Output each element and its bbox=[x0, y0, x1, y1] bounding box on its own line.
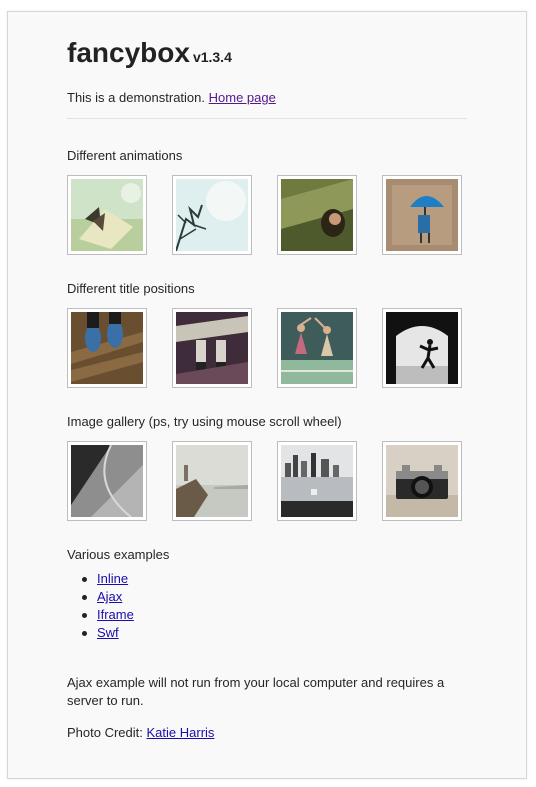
list-item: Inline bbox=[82, 570, 134, 588]
examples-list: Inline Ajax Iframe Swf bbox=[82, 570, 134, 642]
example-link-ajax[interactable]: Ajax bbox=[97, 589, 122, 604]
thumb-blue-umbrella[interactable] bbox=[382, 175, 462, 255]
example-link-swf[interactable]: Swf bbox=[97, 625, 119, 640]
photo-jumping-friends bbox=[281, 312, 353, 384]
list-item: Ajax bbox=[82, 588, 134, 606]
page-title: fancybox v1.3.4 bbox=[67, 36, 232, 74]
section-title-animations: Different animations bbox=[67, 148, 183, 163]
photo-butterfly bbox=[71, 179, 143, 251]
thumb-grass-portrait[interactable] bbox=[277, 175, 357, 255]
thumb-bare-tree-branches[interactable] bbox=[172, 175, 252, 255]
section-title-title-positions: Different title positions bbox=[67, 281, 195, 296]
section-title-gallery: Image gallery (ps, try using mouse scrol… bbox=[67, 414, 342, 429]
bullet-icon bbox=[82, 577, 87, 582]
bullet-icon bbox=[82, 631, 87, 636]
example-link-inline[interactable]: Inline bbox=[97, 571, 128, 586]
thumb-butterfly[interactable] bbox=[67, 175, 147, 255]
photo-vintage-camera bbox=[386, 445, 458, 517]
photo-city-skyline-pier bbox=[281, 445, 353, 517]
photo-blue-umbrella bbox=[386, 179, 458, 251]
ajax-note: Ajax example will not run from your loca… bbox=[67, 675, 445, 708]
photo-credit: Photo Credit: Katie Harris bbox=[67, 724, 214, 742]
photo-pavement-shadow bbox=[71, 445, 143, 517]
thumb-jumping-friends[interactable] bbox=[277, 308, 357, 388]
thumb-city-skyline-pier[interactable] bbox=[277, 441, 357, 521]
divider bbox=[67, 118, 467, 119]
section-title-various-examples: Various examples bbox=[67, 547, 170, 562]
photo-lighthouse-coast bbox=[176, 445, 248, 517]
bullet-icon bbox=[82, 613, 87, 618]
title-text: fancybox bbox=[67, 37, 190, 68]
thumb-shoes-on-bench[interactable] bbox=[67, 308, 147, 388]
photo-grass-portrait bbox=[281, 179, 353, 251]
bullet-icon bbox=[82, 595, 87, 600]
thumb-lighthouse-coast[interactable] bbox=[172, 441, 252, 521]
credit-link[interactable]: Katie Harris bbox=[147, 725, 215, 740]
list-item: Swf bbox=[82, 624, 134, 642]
version-label: v1.3.4 bbox=[192, 49, 232, 65]
intro-text: This is a demonstration. bbox=[67, 90, 206, 105]
home-page-link[interactable]: Home page bbox=[209, 90, 276, 105]
thumb-tunnel-silhouette[interactable] bbox=[382, 308, 462, 388]
thumb-boots-on-bench[interactable] bbox=[172, 308, 252, 388]
credit-label: Photo Credit: bbox=[67, 725, 143, 740]
photo-bare-tree-branches bbox=[176, 179, 248, 251]
photo-boots-on-bench bbox=[176, 312, 248, 384]
thumb-vintage-camera[interactable] bbox=[382, 441, 462, 521]
photo-tunnel-silhouette bbox=[386, 312, 458, 384]
intro-line: This is a demonstration. Home page bbox=[67, 89, 276, 107]
thumb-pavement-shadow[interactable] bbox=[67, 441, 147, 521]
example-link-iframe[interactable]: Iframe bbox=[97, 607, 134, 622]
photo-shoes-on-bench bbox=[71, 312, 143, 384]
list-item: Iframe bbox=[82, 606, 134, 624]
page-frame: fancybox v1.3.4 This is a demonstration. … bbox=[7, 11, 527, 779]
